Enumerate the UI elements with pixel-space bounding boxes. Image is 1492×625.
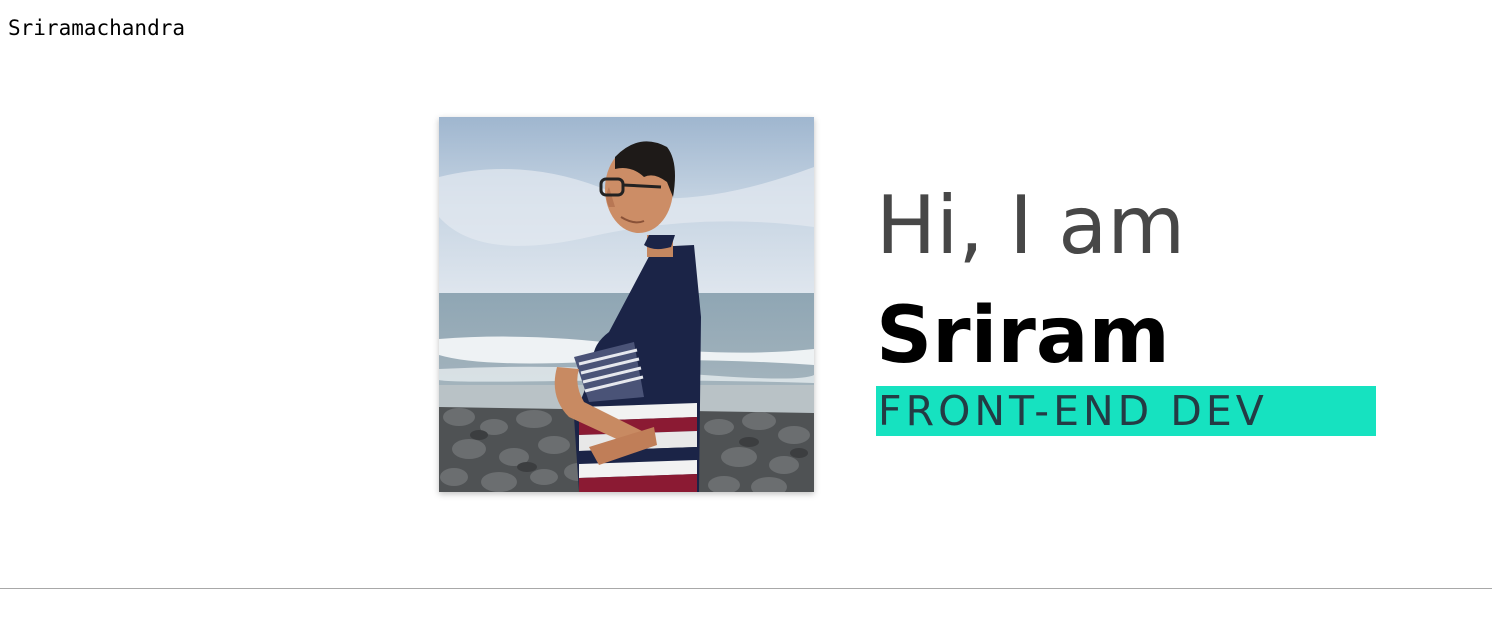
greeting-text: Hi, I am (876, 179, 1186, 272)
section-divider (0, 588, 1492, 589)
hero-name: Sriram (876, 291, 1170, 381)
role-badge: FRONT-END DEV (876, 386, 1376, 436)
profile-photo (439, 117, 814, 492)
site-brand-name[interactable]: Sriramachandra (8, 13, 185, 43)
